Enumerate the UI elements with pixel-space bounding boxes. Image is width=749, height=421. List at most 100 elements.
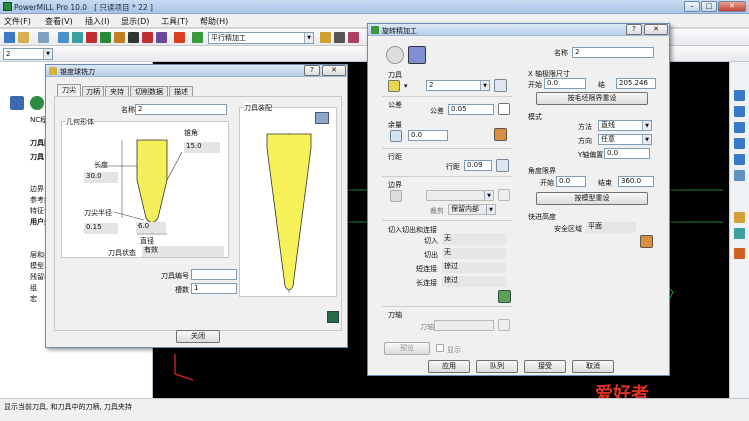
menu-help[interactable]: 帮助(H): [200, 16, 228, 27]
boundary-combo[interactable]: ▼: [426, 190, 494, 201]
y-offset-field[interactable]: 0.0: [604, 148, 650, 159]
diameter-field[interactable]: 6.0: [136, 222, 166, 233]
edit-boundary-icon[interactable]: [498, 189, 510, 201]
queue-button[interactable]: 队列: [476, 360, 518, 373]
status-bar: 显示当前刀具, 和刀具中的刀柄, 刀具夹持: [0, 398, 749, 421]
toolpath-icon[interactable]: [174, 32, 185, 43]
open-icon[interactable]: [4, 32, 15, 43]
save-icon[interactable]: [18, 32, 29, 43]
view-iso-icon[interactable]: [734, 90, 745, 101]
method-combo[interactable]: 直线 ▼: [598, 120, 652, 131]
boundary-icon[interactable]: [390, 190, 402, 202]
toolpath-strategy-icon[interactable]: [192, 32, 203, 43]
print-icon[interactable]: [38, 32, 49, 43]
wireframe-icon[interactable]: [734, 228, 745, 239]
taper-angle-field[interactable]: 15.0: [184, 142, 220, 153]
reset-to-block-button[interactable]: 按毛坯限界重设: [536, 92, 648, 105]
finish-dialog-help-button[interactable]: ?: [626, 24, 642, 35]
stepover-wizard-icon[interactable]: [496, 159, 509, 172]
menu-display[interactable]: 显示(D): [121, 16, 149, 27]
tool-dialog-help-button[interactable]: ?: [304, 65, 320, 76]
tree-item-groups[interactable]: 组: [30, 283, 37, 293]
edit-tool-icon[interactable]: [494, 79, 507, 92]
stepover-label: 行距: [446, 163, 460, 171]
leads-links-options-icon[interactable]: [498, 290, 511, 303]
tree-item-tools[interactable]: 刀具: [30, 152, 44, 162]
calculate-icon[interactable]: [320, 32, 331, 43]
finish-dialog-close-icon[interactable]: ✕: [644, 24, 668, 35]
view-top-icon[interactable]: [734, 106, 745, 117]
rotary-preview-icon[interactable]: [408, 46, 426, 64]
finish-name-label: 名称: [554, 49, 568, 57]
tool-number-field[interactable]: [191, 269, 237, 280]
tree-item-models[interactable]: 模型: [30, 261, 44, 271]
length-field[interactable]: 30.0: [84, 172, 118, 183]
component-allowance-icon[interactable]: [494, 128, 507, 141]
show-checkbox[interactable]: [436, 344, 444, 352]
diameter-label: 直径: [140, 237, 154, 245]
apply-button[interactable]: 应用: [428, 360, 470, 373]
tool-name-field[interactable]: 2: [135, 104, 227, 115]
tree-item-boundaries[interactable]: 边界: [30, 184, 44, 194]
edit-tool-axis-icon[interactable]: [498, 319, 510, 331]
stepover-field[interactable]: 0.09: [464, 160, 492, 171]
boundary-trim-label: 裁剪: [430, 207, 444, 215]
shading-icon[interactable]: [734, 212, 745, 223]
finish-dialog-icon: [371, 26, 379, 34]
view-back-icon[interactable]: [734, 154, 745, 165]
database-icon[interactable]: [327, 311, 339, 323]
menu-insert[interactable]: 插入(I): [85, 16, 110, 27]
level-combo[interactable]: 2 ▼: [3, 48, 53, 60]
method-label: 方法: [578, 123, 592, 131]
rapid-move-options-icon[interactable]: [640, 235, 653, 248]
allowance-icon[interactable]: [390, 130, 402, 142]
safe-area-label: 安全区域: [554, 225, 582, 233]
menu-file[interactable]: 文件(F): [4, 16, 31, 27]
nc-icon[interactable]: [334, 32, 345, 43]
accept-button[interactable]: 接受: [524, 360, 566, 373]
tool-type-icon[interactable]: [388, 80, 400, 92]
tip-radius-field[interactable]: 0.15: [84, 223, 118, 234]
tolerance-field[interactable]: 0.05: [448, 104, 494, 115]
draft-icon[interactable]: [734, 248, 745, 259]
powermill-icon: [3, 2, 12, 11]
boundary-trim-combo[interactable]: 保留内部 ▼: [448, 204, 496, 215]
leads-links-icon[interactable]: [114, 32, 125, 43]
direction-combo[interactable]: 任意 ▼: [598, 134, 652, 145]
reset-to-model-button[interactable]: 按模型重设: [536, 192, 648, 205]
preview-button[interactable]: 预览: [384, 342, 430, 355]
allowance-section-label: 余量: [388, 121, 402, 129]
tolerance-dice-icon[interactable]: [498, 103, 510, 115]
feed-rate-icon[interactable]: [100, 32, 111, 43]
tool-select-combo[interactable]: 2 ▼: [426, 80, 490, 91]
flutes-field[interactable]: 1: [191, 283, 237, 294]
tree-item-macros[interactable]: 宏: [30, 294, 37, 304]
block-icon[interactable]: [58, 32, 69, 43]
start-point-icon[interactable]: [128, 32, 139, 43]
menu-view[interactable]: 查看(V): [45, 16, 73, 27]
angle-end-field[interactable]: 360.0: [618, 176, 654, 187]
tool-dialog-close-icon[interactable]: ✕: [322, 65, 346, 76]
maximize-button[interactable]: □: [701, 1, 717, 12]
toolpath-strategy-combo[interactable]: 平行精加工 ▼: [208, 32, 314, 44]
rapid-move-icon[interactable]: [86, 32, 97, 43]
end-point-icon[interactable]: [142, 32, 153, 43]
angle-start-field[interactable]: 0.0: [556, 176, 586, 187]
verify-icon[interactable]: [348, 32, 359, 43]
tool-icon[interactable]: [72, 32, 83, 43]
cancel-button[interactable]: 取消: [572, 360, 614, 373]
tool-axis-icon[interactable]: [156, 32, 167, 43]
view-side-icon[interactable]: [734, 138, 745, 149]
x-end-field[interactable]: 205.246: [616, 78, 656, 89]
view-front-icon[interactable]: [734, 122, 745, 133]
tool-type-chevron-icon[interactable]: ▾: [404, 82, 408, 90]
minimize-button[interactable]: –: [684, 1, 700, 12]
x-start-field[interactable]: 0.0: [544, 78, 586, 89]
length-label: 长度: [94, 161, 108, 169]
close-window-button[interactable]: ✕: [718, 1, 746, 12]
tool-dialog-close-button[interactable]: 关闭: [176, 330, 220, 343]
finish-name-field[interactable]: 2: [572, 47, 654, 58]
menu-tools[interactable]: 工具(T): [161, 16, 188, 27]
allowance-field[interactable]: 0.0: [408, 130, 448, 141]
zoom-icon[interactable]: [734, 170, 745, 181]
